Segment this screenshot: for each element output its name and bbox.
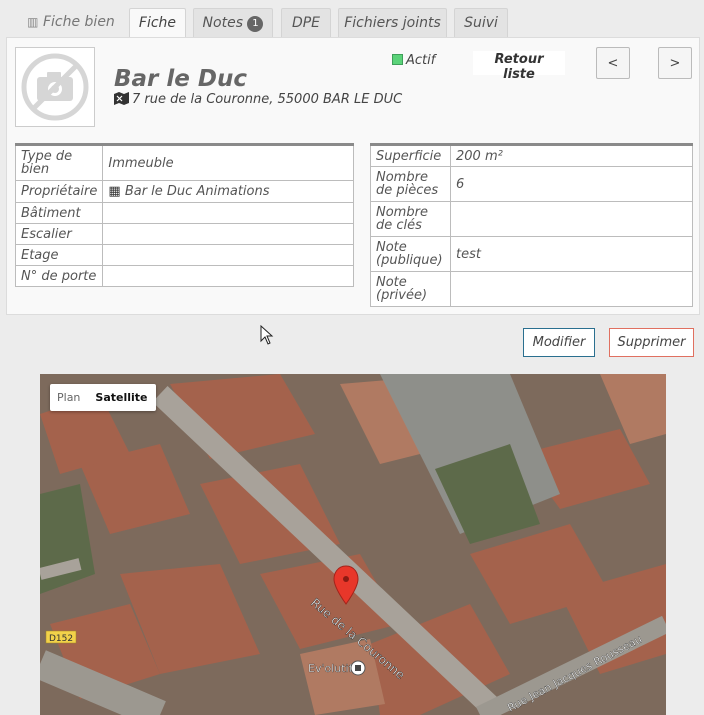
tab-label: Fiche — [138, 15, 177, 31]
status-badge: Actif — [392, 53, 435, 68]
status-indicator — [392, 54, 403, 65]
property-title: Bar le Duc — [114, 66, 247, 92]
table-row: Note (publique) test — [370, 236, 693, 272]
property-address: 7 rue de la Couronne, 55000 BAR LE DUC — [114, 92, 402, 109]
table-row: Escalier — [14, 223, 354, 245]
tab-label: Fichiers joints — [344, 15, 441, 31]
tab-fichiers-joints[interactable]: Fichiers joints — [338, 8, 447, 38]
delete-button[interactable]: Supprimer — [609, 328, 694, 357]
row-label: Note (privée) — [370, 271, 451, 307]
tab-notes[interactable]: Notes 1 — [193, 8, 273, 38]
row-label: Escalier — [14, 223, 104, 245]
notes-count-badge: 1 — [247, 16, 264, 32]
previous-button[interactable]: < — [596, 47, 630, 79]
table-row: Type de bien Immeuble — [14, 144, 354, 181]
tab-bar: ▥ Fiche bien Fiche Notes 1 DPE Fichiers … — [0, 0, 704, 39]
tab-label: Suivi — [464, 15, 498, 31]
row-value: 6 — [450, 166, 693, 202]
satellite-map[interactable]: Rue de la Couronne Rue Jean Jacques Rous… — [40, 374, 666, 715]
row-value — [450, 271, 693, 307]
tab-label: Notes — [202, 15, 243, 31]
place-label: Ev'olutif — [308, 662, 354, 675]
tab-fiche-bien[interactable]: ▥ Fiche bien — [22, 8, 120, 38]
mouse-cursor-icon — [260, 325, 274, 345]
row-label: Nombre de clés — [370, 201, 451, 237]
no-camera-icon — [21, 53, 89, 121]
address-text: 7 rue de la Couronne, 55000 BAR LE DUC — [132, 92, 403, 107]
plan-view-button[interactable]: Plan — [50, 384, 87, 411]
table-row: Bâtiment — [14, 202, 354, 224]
status-label: Actif — [406, 53, 436, 68]
table-row: Etage — [14, 244, 354, 266]
satellite-view-button[interactable]: Satellite — [87, 384, 155, 411]
next-button[interactable]: > — [658, 47, 692, 79]
table-row: N° de porte — [14, 265, 354, 287]
tab-dpe[interactable]: DPE — [281, 8, 331, 38]
no-photo-placeholder[interactable] — [15, 47, 95, 127]
row-value — [102, 244, 354, 266]
row-label: Etage — [14, 244, 104, 266]
row-value — [102, 265, 354, 287]
row-label: Superficie — [370, 144, 451, 167]
owner-link[interactable]: Bar le Duc Animations — [125, 184, 270, 199]
edit-button[interactable]: Modifier — [523, 328, 595, 357]
table-row: Superficie 200 m² — [370, 144, 693, 167]
table-row: Note (privée) — [370, 271, 693, 307]
property-panel: Bar le Duc 7 rue de la Couronne, 55000 B… — [6, 37, 700, 315]
map-type-toggle: Plan Satellite — [50, 384, 156, 411]
row-value: 200 m² — [450, 144, 693, 167]
row-value[interactable]: ▦ Bar le Duc Animations — [102, 180, 354, 203]
row-value: test — [450, 236, 693, 272]
map-imagery: Rue de la Couronne Rue Jean Jacques Rous… — [40, 374, 666, 715]
row-label: Bâtiment — [14, 202, 104, 224]
back-to-list-button[interactable]: Retour liste — [473, 51, 565, 82]
property-details-table: Type de bien Immeuble Propriétaire ▦ Bar… — [14, 143, 354, 287]
row-label: N° de porte — [14, 265, 104, 287]
row-label: Note (publique) — [370, 236, 451, 272]
table-row: Propriétaire ▦ Bar le Duc Animations — [14, 180, 354, 203]
row-value — [102, 223, 354, 245]
building-icon: ▦ — [108, 184, 121, 199]
building-icon: ▥ — [27, 15, 39, 29]
road-label: D152 — [49, 634, 73, 644]
row-label: Type de bien — [14, 144, 104, 181]
tab-label: DPE — [291, 15, 321, 31]
tab-fiche[interactable]: Fiche — [129, 8, 186, 39]
row-label: Propriétaire — [14, 180, 104, 203]
row-value — [102, 202, 354, 224]
row-value: Immeuble — [102, 144, 354, 181]
map-icon — [114, 92, 129, 109]
table-row: Nombre de pièces 6 — [370, 166, 693, 202]
tab-suivi[interactable]: Suivi — [454, 8, 508, 38]
property-features-table: Superficie 200 m² Nombre de pièces 6 Nom… — [370, 143, 693, 307]
row-value — [450, 201, 693, 237]
tab-label: Fiche bien — [42, 14, 115, 30]
row-label: Nombre de pièces — [370, 166, 451, 202]
table-row: Nombre de clés — [370, 201, 693, 237]
